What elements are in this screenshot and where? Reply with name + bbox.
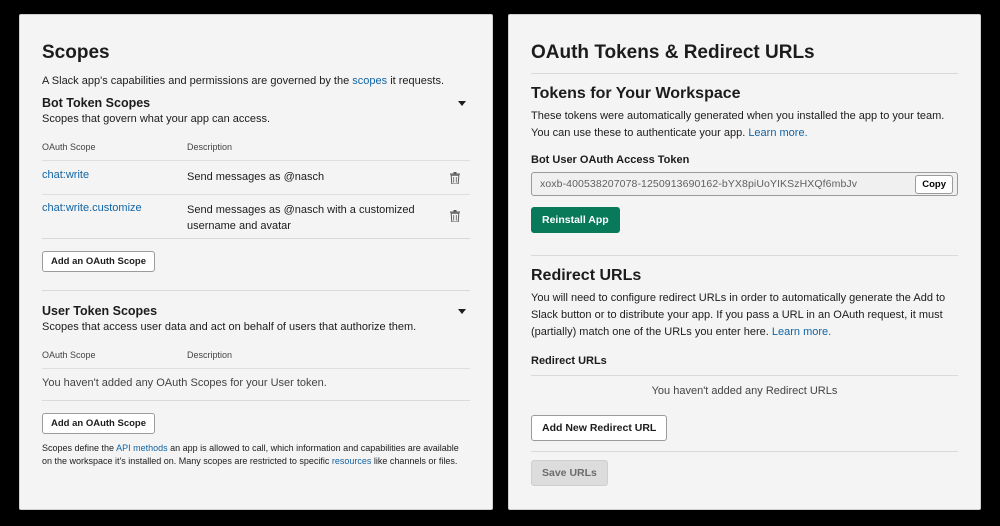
save-urls-button[interactable]: Save URLs <box>531 460 608 486</box>
col-description: Description <box>187 142 233 152</box>
reinstall-app-button[interactable]: Reinstall App <box>531 207 620 233</box>
redirect-desc-text: You will need to configure redirect URLs… <box>531 292 946 338</box>
section-divider <box>531 255 958 256</box>
scope-desc: Send messages as @nasch <box>187 171 325 183</box>
resources-link[interactable]: resources <box>332 456 372 466</box>
intro-text: A Slack app's capabilities and permissio… <box>42 75 353 87</box>
user-scopes-table-header: OAuth Scope Description <box>42 350 470 368</box>
scope-name[interactable]: chat:write.customize <box>42 202 142 214</box>
token-value[interactable]: xoxb-400538207078-1250913690162-bYX8piUo… <box>540 178 857 190</box>
redirect-empty-text: You haven't added any Redirect URLs <box>651 385 838 397</box>
bot-add-row: Add an OAuth Scope <box>42 238 470 290</box>
bot-scopes-table-header: OAuth Scope Description <box>42 142 470 160</box>
scopes-title: Scopes <box>42 42 110 63</box>
learn-more-link[interactable]: Learn more. <box>748 127 807 139</box>
trash-icon[interactable] <box>450 172 460 184</box>
footer-text: Scopes define the <box>42 443 117 453</box>
caret-down-icon[interactable] <box>458 100 466 106</box>
empty-text: You haven't added any OAuth Scopes for y… <box>42 377 327 389</box>
redirect-title: Redirect URLs <box>531 267 642 284</box>
user-scopes-subtitle: Scopes that access user data and act on … <box>42 321 417 333</box>
tokens-title: Tokens for Your Workspace <box>531 85 741 102</box>
user-scopes-title: User Token Scopes <box>42 304 158 318</box>
title-divider <box>531 73 958 74</box>
add-redirect-url-button[interactable]: Add New Redirect URL <box>531 415 668 441</box>
token-label: Bot User OAuth Access Token <box>531 154 690 166</box>
copy-button[interactable]: Copy <box>915 174 953 194</box>
intro-suffix: it requests. <box>387 75 444 87</box>
trash-icon[interactable] <box>450 210 460 222</box>
bot-scopes-subtitle: Scopes that govern what your app can acc… <box>42 113 271 125</box>
token-field[interactable]: xoxb-400538207078-1250913690162-bYX8piUo… <box>531 172 958 196</box>
scopes-link[interactable]: scopes <box>352 75 387 87</box>
scopes-intro: A Slack app's capabilities and permissio… <box>42 73 470 90</box>
user-scopes-header[interactable]: User Token Scopes <box>42 303 470 319</box>
redirect-empty-state: You haven't added any Redirect URLs <box>531 375 958 409</box>
table-row: chat:write.customize Send messages as @n… <box>42 194 470 238</box>
col-description: Description <box>187 350 233 360</box>
scopes-panel: Scopes A Slack app's capabilities and pe… <box>19 14 493 510</box>
add-oauth-scope-button[interactable]: Add an OAuth Scope <box>42 413 155 434</box>
bot-scopes-title: Bot Token Scopes <box>42 96 151 110</box>
oauth-panel: OAuth Tokens & Redirect URLs Tokens for … <box>508 14 981 510</box>
bot-scopes-header[interactable]: Bot Token Scopes <box>42 95 470 111</box>
user-scopes-section: User Token Scopes Scopes that access use… <box>42 290 470 442</box>
empty-state: You haven't added any OAuth Scopes for y… <box>42 368 470 400</box>
api-methods-link[interactable]: API methods <box>116 443 168 453</box>
add-oauth-scope-button[interactable]: Add an OAuth Scope <box>42 251 155 272</box>
tokens-desc-text: These tokens were automatically generate… <box>531 110 945 139</box>
scopes-footer: Scopes define the API methods an app is … <box>42 442 470 468</box>
scope-desc: Send messages as @nasch with a customize… <box>187 204 415 232</box>
footer-text: like channels or files. <box>371 456 458 466</box>
save-divider <box>531 451 958 452</box>
learn-more-link[interactable]: Learn more. <box>772 326 831 338</box>
col-oauth-scope: OAuth Scope <box>42 350 96 360</box>
redirect-desc: You will need to configure redirect URLs… <box>531 290 958 341</box>
caret-down-icon[interactable] <box>458 308 466 314</box>
scope-name[interactable]: chat:write <box>42 169 89 181</box>
col-oauth-scope: OAuth Scope <box>42 142 96 152</box>
tokens-desc: These tokens were automatically generate… <box>531 108 958 142</box>
user-add-row: Add an OAuth Scope <box>42 400 470 442</box>
oauth-title: OAuth Tokens & Redirect URLs <box>531 42 815 63</box>
table-row: chat:write Send messages as @nasch <box>42 160 470 194</box>
redirect-list-label: Redirect URLs <box>531 355 607 367</box>
